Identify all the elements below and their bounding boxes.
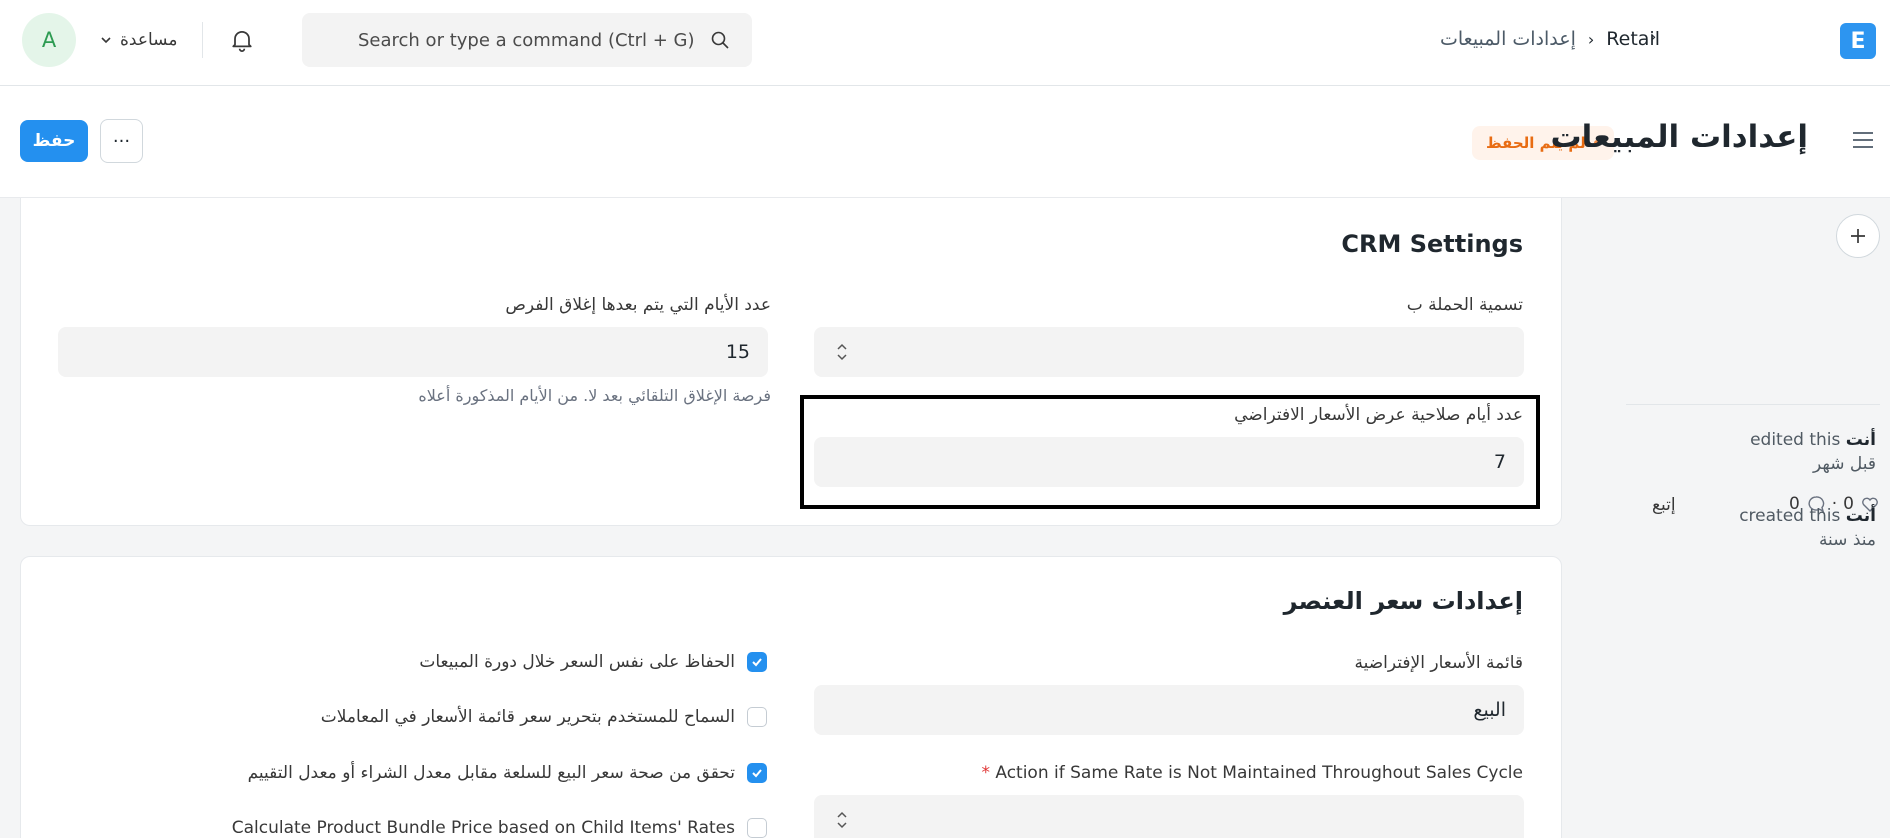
checkbox-label: تحقق من صحة سعر البيع للسلعة مقابل معدل … — [247, 763, 735, 783]
checkmark-icon — [752, 658, 762, 667]
navbar-divider — [202, 22, 203, 58]
app-logo[interactable]: E — [1840, 23, 1876, 59]
validate-selling-price-checkbox[interactable] — [747, 763, 767, 783]
maintain-same-rate-row[interactable]: الحفاظ على نفس السعر خلال دورة المبيعات — [419, 652, 767, 672]
select-arrows-icon — [837, 811, 847, 829]
awesome-bar[interactable] — [302, 13, 752, 67]
sidebar-toggle-icon[interactable] — [1850, 127, 1876, 153]
help-label: مساعدة — [120, 30, 178, 50]
chevron-down-icon — [101, 37, 111, 44]
checkbox-label: السماح للمستخدم بتحرير سعر قائمة الأسعار… — [320, 707, 735, 727]
form-sidebar: إتبع 0 · 0 edited this أنت قبل شهر creat… — [1600, 198, 1890, 838]
breadcrumb: إعدادات المبيعات › Retail — [1440, 24, 1660, 54]
page-title: إعدادات المبيعات — [1550, 119, 1808, 155]
bundle-price-row[interactable]: Calculate Product Bundle Price based on … — [232, 818, 767, 838]
quotation-validity-days-value: 7 — [1493, 451, 1506, 473]
breadcrumb-separator: › — [1650, 27, 1657, 46]
validate-selling-price-row[interactable]: تحقق من صحة سعر البيع للسلعة مقابل معدل … — [248, 763, 767, 783]
page-head: حفظ ··· لم يتم الحفظ إعدادات المبيعات — [0, 86, 1890, 198]
bundle-price-checkbox[interactable] — [747, 818, 767, 838]
campaign-naming-label: تسمية الحملة ب — [1406, 295, 1523, 315]
section-title-crm: CRM Settings — [1341, 230, 1523, 258]
default-price-list-input[interactable]: البيع — [814, 685, 1524, 735]
allow-edit-price-list-rate-checkbox[interactable] — [747, 707, 767, 727]
default-price-list-label: قائمة الأسعار الإفتراضية — [1354, 653, 1524, 673]
breadcrumb-current[interactable]: إعدادات المبيعات — [1440, 28, 1576, 50]
close-opportunity-days-help: فرصة الإغلاق التلقائي بعد لا. من الأيام … — [418, 386, 771, 405]
search-icon — [711, 31, 729, 49]
search-input[interactable] — [358, 13, 718, 67]
sidebar-divider — [1626, 404, 1880, 405]
activity-time: قبل شهر — [1813, 454, 1876, 474]
checkbox-label: Calculate Product Bundle Price based on … — [231, 818, 735, 838]
quotation-validity-days-input[interactable]: 7 — [814, 437, 1524, 487]
close-opportunity-days-input[interactable]: 15 — [58, 327, 768, 377]
select-arrows-icon — [837, 343, 847, 361]
crm-settings-section: CRM Settings تسمية الحملة ب عدد الأيام ا… — [20, 198, 1562, 526]
maintain-same-rate-checkbox[interactable] — [747, 652, 767, 672]
plus-icon — [1851, 229, 1865, 243]
activity-created: created this أنت منذ سنة — [1739, 506, 1876, 550]
activity-line: edited this أنت — [1750, 430, 1876, 450]
default-price-list-value: البيع — [1473, 699, 1506, 721]
navbar: A مساعدة إعدادات المبيعات › Retail › E — [0, 0, 1890, 86]
activity-line: created this أنت — [1739, 506, 1876, 526]
same-rate-action-label: * Action if Same Rate is Not Maintained … — [981, 763, 1523, 783]
user-avatar[interactable]: A — [22, 13, 76, 67]
required-mark: * — [981, 763, 990, 783]
breadcrumb-separator: › — [1587, 29, 1595, 49]
section-title-item-price: إعدادات سعر العنصر — [1283, 587, 1523, 615]
close-opportunity-days-value: 15 — [725, 341, 750, 363]
help-dropdown[interactable]: مساعدة — [100, 26, 177, 54]
add-button[interactable] — [1836, 214, 1880, 258]
same-rate-action-text: Action if Same Rate is Not Maintained Th… — [995, 763, 1523, 783]
checkmark-icon — [752, 769, 762, 778]
more-actions-button[interactable]: ··· — [100, 119, 143, 163]
activity-edited: edited this أنت قبل شهر — [1750, 430, 1876, 474]
form-stats: إتبع 0 · 0 — [1626, 346, 1880, 515]
activity-time: منذ سنة — [1818, 530, 1876, 550]
quotation-validity-days-label: عدد أيام صلاحية عرض الأسعار الافتراضي — [1234, 405, 1523, 425]
checkbox-label: الحفاظ على نفس السعر خلال دورة المبيعات — [419, 652, 735, 672]
item-price-settings-section: إعدادات سعر العنصر قائمة الأسعار الإفترا… — [20, 556, 1562, 838]
bell-icon[interactable] — [228, 26, 256, 54]
close-opportunity-days-label: عدد الأيام التي يتم بعدها إغلاق الفرص — [505, 295, 771, 315]
same-rate-action-select[interactable] — [814, 795, 1524, 838]
campaign-naming-select[interactable] — [814, 327, 1524, 377]
save-button[interactable]: حفظ — [20, 120, 88, 162]
follow-link[interactable]: إتبع — [1652, 495, 1676, 515]
allow-edit-price-list-rate-row[interactable]: السماح للمستخدم بتحرير سعر قائمة الأسعار… — [321, 707, 767, 727]
